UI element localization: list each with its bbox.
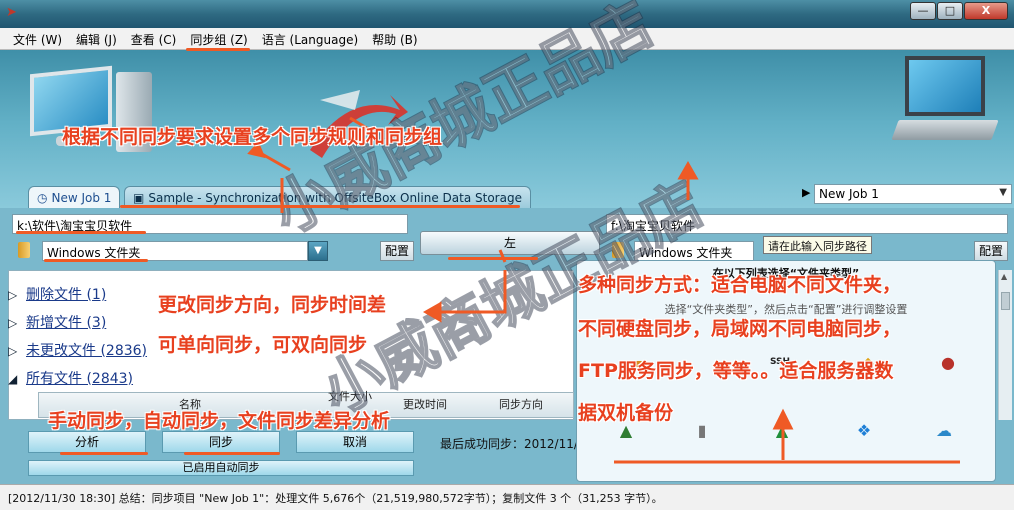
- menu-file[interactable]: 文件 (W): [6, 28, 69, 49]
- status-bar: [2012/11/30 18:30] 总结：同步项目 "New Job 1"：处…: [0, 484, 1014, 510]
- left-config-button[interactable]: 配置: [380, 241, 414, 261]
- annotation-underline: [184, 452, 280, 455]
- close-button[interactable]: X: [964, 2, 1008, 20]
- column-direction[interactable]: 同步方向: [486, 396, 556, 426]
- cancel-button[interactable]: 取消: [296, 431, 414, 453]
- expand-icon: ▷: [8, 344, 18, 358]
- annotation-methods-4: 据双机备份: [578, 402, 674, 424]
- cloud-storage-type-icon[interactable]: ☁: [929, 415, 959, 445]
- left-folder-type-select[interactable]: Windows 文件夹: [42, 241, 308, 261]
- tree-item-label: 新增文件 (3): [26, 315, 107, 331]
- scroll-up-icon[interactable]: ▲: [1001, 272, 1007, 281]
- right-folder-icon: [612, 242, 624, 258]
- annotation-underline: [16, 231, 146, 234]
- annotation-direction: 更改同步方向，同步时间差: [158, 294, 387, 316]
- tab-label: Sample - Synchronization with OffsiteBox…: [148, 190, 522, 205]
- column-modified[interactable]: 更改时间: [390, 396, 460, 426]
- sync-button[interactable]: 同步: [162, 431, 280, 453]
- window-controls: — □ X: [910, 2, 1008, 20]
- laptop-icon: [891, 56, 999, 166]
- menu-edit[interactable]: 编辑 (J): [69, 28, 124, 49]
- menu-view[interactable]: 查看 (C): [124, 28, 184, 49]
- windows-azure-type-icon[interactable]: ❖: [849, 415, 879, 445]
- right-folder-type-select[interactable]: Windows 文件夹: [634, 241, 754, 261]
- left-folder-icon: [18, 242, 30, 258]
- annotation-underline: [44, 259, 148, 262]
- last-sync-status: 最后成功同步：2012/11/3: [440, 437, 586, 451]
- annotation-underline: [60, 452, 148, 455]
- popup-scrollbar[interactable]: ▲: [998, 270, 1012, 420]
- tree-item-label: 所有文件 (2843): [26, 371, 134, 387]
- expand-icon: ▷: [8, 288, 18, 302]
- job-selector-value: New Job 1: [819, 187, 879, 201]
- collapse-icon: ◢: [8, 372, 18, 386]
- annotation-underline: [186, 48, 250, 51]
- menu-bar: 文件 (W) 编辑 (J) 查看 (C) 同步组 (Z) 语言 (Languag…: [0, 28, 1014, 50]
- annotation-methods-3: FTP服务同步，等等。。适合服务器数: [578, 360, 894, 382]
- menu-language[interactable]: 语言 (Language): [255, 28, 365, 49]
- annotation-underline: [120, 205, 520, 208]
- tree-item-unchanged[interactable]: ▷ 未更改文件 (2836): [8, 340, 147, 360]
- app-logo-icon: ➤: [6, 5, 17, 20]
- left-chevron-down-icon[interactable]: ▼: [308, 241, 328, 261]
- tab-label: New Job 1: [51, 190, 112, 205]
- scroll-thumb[interactable]: [1001, 292, 1010, 310]
- google-drive-type-icon[interactable]: ▲: [767, 415, 797, 445]
- tree-item-added[interactable]: ▷ 新增文件 (3): [8, 312, 106, 332]
- clock-icon: ◷: [37, 190, 48, 205]
- path-tooltip: 请在此输入同步路径: [763, 236, 872, 254]
- tree-item-all[interactable]: ◢ 所有文件 (2843): [8, 368, 133, 388]
- menu-sync-group[interactable]: 同步组 (Z): [183, 28, 254, 49]
- tree-item-label: 删除文件 (1): [26, 287, 107, 303]
- annotation-manual-auto: 手动同步，自动同步，文件同步差异分析: [48, 410, 391, 432]
- chevron-down-icon: ▼: [999, 187, 1007, 198]
- annotation-methods-2: 不同硬盘同步，局域网不同电脑同步，: [578, 318, 902, 340]
- maximize-button[interactable]: □: [937, 2, 963, 20]
- sync-direction-button[interactable]: 左: [420, 231, 600, 255]
- box-icon: ▣: [133, 190, 145, 205]
- expand-icon: ▷: [8, 316, 18, 330]
- job-selector-dropdown[interactable]: New Job 1 ▼: [814, 184, 1012, 204]
- analyze-button[interactable]: 分析: [28, 431, 146, 453]
- zip-archive-type-icon[interactable]: ▮: [687, 415, 717, 445]
- job-selector-arrow-icon: ▶: [802, 186, 811, 199]
- title-bar: ➤ — □ X: [0, 0, 1014, 28]
- tab-new-job-1[interactable]: ◷ New Job 1: [28, 186, 121, 208]
- right-path-input[interactable]: f:\淘宝宝贝软件: [606, 214, 1008, 234]
- auto-sync-toggle[interactable]: 已启用自动同步: [28, 460, 414, 476]
- annotation-sync-groups: 根据不同同步要求设置多个同步规则和同步组: [62, 126, 443, 148]
- menu-help[interactable]: 帮助 (B): [365, 28, 424, 49]
- tree-item-label: 未更改文件 (2836): [26, 343, 148, 359]
- ftp-type-icon[interactable]: ●: [933, 347, 963, 377]
- annotation-one-two-way: 可单向同步，可双向同步: [158, 334, 368, 356]
- annotation-underline: [448, 257, 538, 260]
- minimize-button[interactable]: —: [910, 2, 936, 20]
- tree-item-deleted[interactable]: ▷ 删除文件 (1): [8, 284, 106, 304]
- annotation-methods-1: 多种同步方式：适合电脑不同文件夹，: [578, 274, 902, 296]
- right-config-button[interactable]: 配置: [974, 241, 1008, 261]
